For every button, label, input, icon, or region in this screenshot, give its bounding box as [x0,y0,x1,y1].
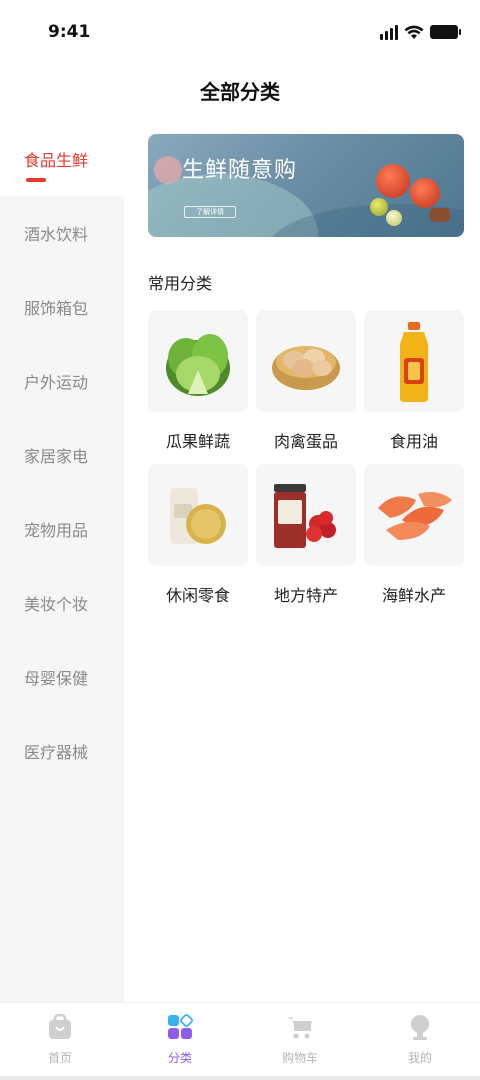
status-time: 9:41 [48,22,91,42]
category-label: 海鲜水产 [381,586,446,605]
tab-label: 首页 [47,1051,72,1065]
shrimp-icon [378,492,452,540]
sidebar-item-label: 美妆个妆 [24,595,89,614]
promo-banner[interactable]: 生鲜随意购 了解详情 [148,134,464,237]
signal-icon [380,24,398,40]
tab-cart[interactable]: 购物车 [240,1003,360,1080]
category-card-seafood[interactable] [364,464,464,566]
banner-detail-button[interactable]: 了解详情 [184,206,236,218]
category-label: 地方特产 [273,586,338,605]
sidebar-item-label: 酒水饮料 [24,225,89,244]
category-sidebar: 食品生鲜 酒水饮料 服饰箱包 户外运动 家居家电 宠物用品 美妆个妆 母婴保健 … [0,122,124,1002]
tomato-image [410,178,440,208]
cart-icon [288,1017,312,1039]
sidebar-item-outdoor[interactable]: 户外运动 [0,344,124,418]
category-label: 食用油 [389,432,438,451]
category-card-vegetables[interactable] [148,310,248,412]
category-grid-icon [168,1014,193,1039]
sidebar-item-pets[interactable]: 宠物用品 [0,492,124,566]
section-title: 常用分类 [148,274,213,293]
wifi-icon [404,25,424,39]
tab-category[interactable]: 分类 [120,1003,240,1080]
sidebar-item-label: 医疗器械 [24,743,89,762]
battery-icon [430,25,461,39]
category-label: 瓜果鲜蔬 [165,432,230,451]
tab-profile[interactable]: 我的 [360,1003,480,1080]
lime-image [386,210,402,226]
lettuce-icon [166,334,230,396]
page-title: 全部分类 [200,80,280,104]
tomato-image [376,164,410,198]
tab-label: 购物车 [281,1051,318,1065]
banner-title: 生鲜随意购 [182,158,298,183]
sidebar-item-food-fresh[interactable]: 食品生鲜 [0,122,124,196]
status-icons [380,24,461,40]
category-label: 休闲零食 [165,586,230,605]
category-card-cooking-oil[interactable] [364,310,464,412]
oil-bottle-icon [400,322,428,402]
sidebar-item-drinks[interactable]: 酒水饮料 [0,196,124,270]
flower-decoration [154,156,182,184]
tab-label: 分类 [167,1051,192,1065]
goji-jar-icon [274,484,336,548]
category-card-local-specialty[interactable] [256,464,356,566]
sidebar-item-label: 宠物用品 [24,521,89,540]
garnish-image [430,208,450,222]
snack-jar-icon [170,488,226,544]
eggs-basket-icon [272,346,340,390]
home-bag-icon [49,1013,71,1039]
bottom-tab-bar: 首页 分类 购物车 我的 [0,1002,480,1080]
lime-image [370,198,388,216]
sidebar-item-beauty[interactable]: 美妆个妆 [0,566,124,640]
category-card-snacks[interactable] [148,464,248,566]
status-bar: 9:41 [0,0,480,64]
tab-label: 我的 [407,1051,432,1065]
sidebar-item-label: 户外运动 [24,373,89,392]
sidebar-item-apparel[interactable]: 服饰箱包 [0,270,124,344]
sidebar-item-maternal[interactable]: 母婴保健 [0,640,124,714]
tab-home[interactable]: 首页 [0,1003,120,1080]
profile-icon [411,1015,429,1040]
category-card-meat-eggs[interactable] [256,310,356,412]
sidebar-item-label: 母婴保健 [24,669,89,688]
sidebar-item-medical[interactable]: 医疗器械 [0,714,124,788]
sidebar-item-label: 家居家电 [24,447,89,466]
sidebar-item-label: 食品生鲜 [24,151,89,170]
sidebar-item-label: 服饰箱包 [24,299,89,318]
sidebar-item-home-appliances[interactable]: 家居家电 [0,418,124,492]
category-label: 肉禽蛋品 [273,432,338,451]
active-indicator [26,178,46,182]
home-indicator [0,1076,480,1080]
